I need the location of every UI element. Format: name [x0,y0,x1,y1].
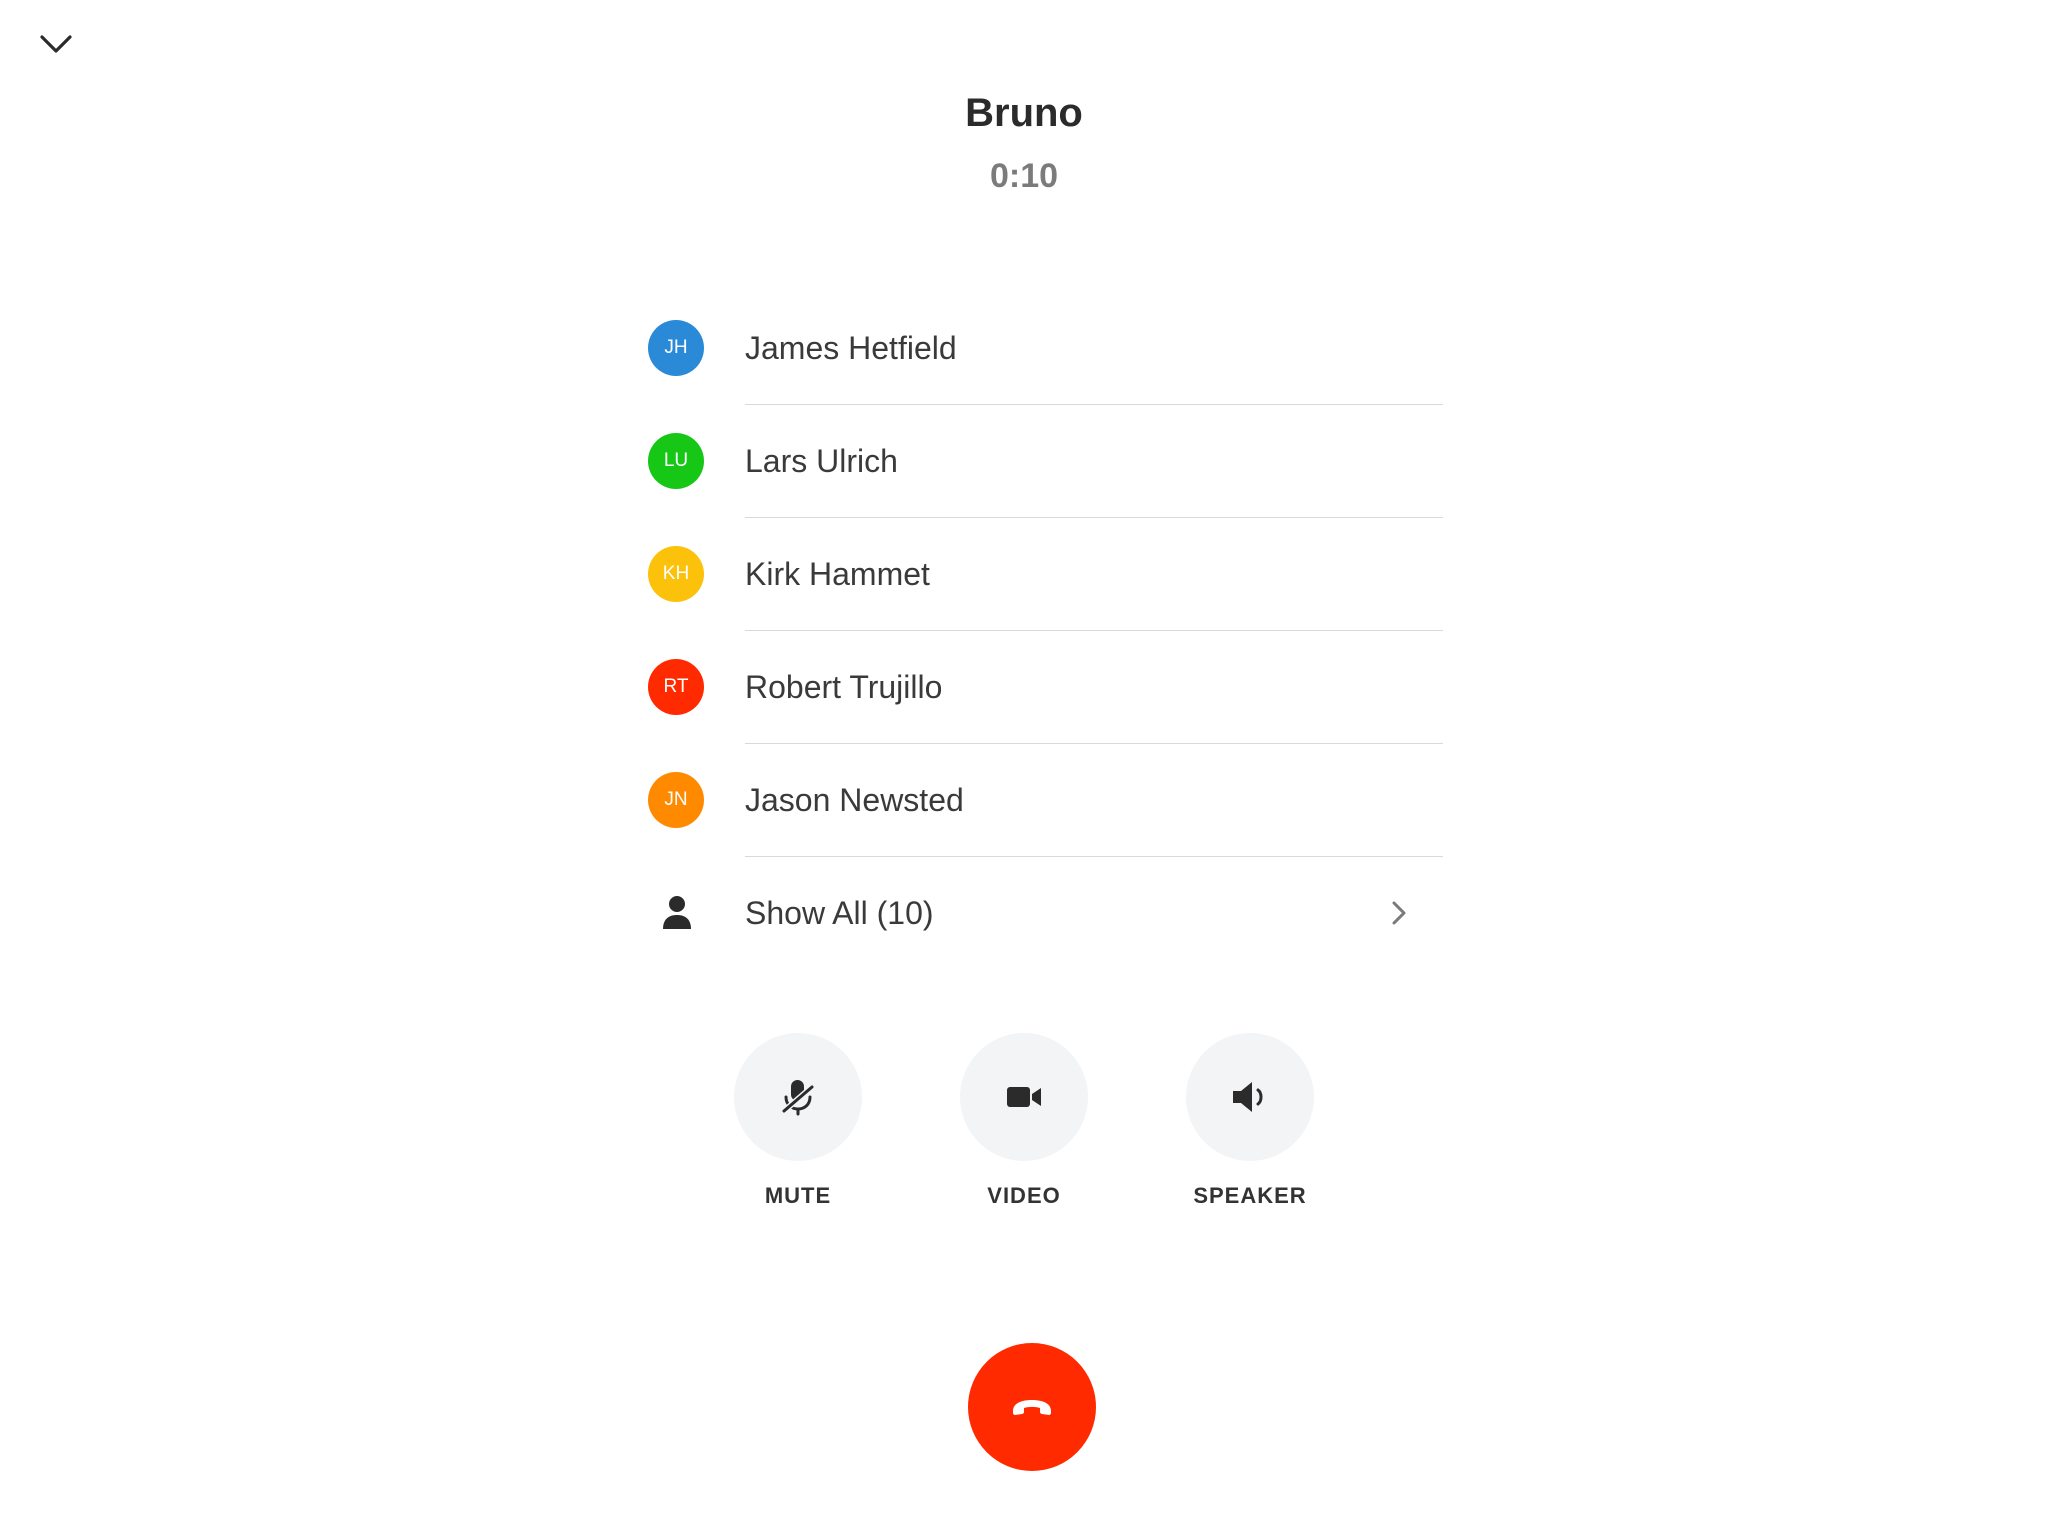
participant-name: Lars Ulrich [745,443,898,479]
participant-row[interactable]: JH James Hetfield [648,292,1443,405]
participant-row[interactable]: RT Robert Trujillo [648,631,1443,744]
video-circle [960,1033,1088,1161]
speaker-icon [1233,1082,1263,1112]
phone-hang-up-icon [1013,1400,1051,1415]
show-all-label: Show All (10) [745,895,934,931]
participant-row[interactable]: JN Jason Newsted [648,744,1443,857]
video-button[interactable]: VIDEO [959,1033,1089,1209]
participant-name: Robert Trujillo [745,669,943,705]
avatar: KH [648,546,704,602]
avatar: JH [648,320,704,376]
mute-microphone-icon [781,1080,815,1116]
call-timer: 0:10 [989,157,1059,195]
call-controls: MUTE VIDEO SPEAKER [0,1033,2048,1209]
mute-button[interactable]: MUTE [733,1033,863,1209]
speaker-label: SPEAKER [1193,1183,1307,1208]
call-header: Bruno 0:10 [0,88,2048,198]
participant-name: Kirk Hammet [745,556,930,592]
participant-name: Jason Newsted [745,782,964,818]
video-camera-icon [1007,1087,1041,1107]
participant-row[interactable]: LU Lars Ulrich [648,405,1443,518]
speaker-button[interactable]: SPEAKER [1185,1033,1315,1209]
person-icon [663,896,691,929]
collapse-button[interactable] [32,26,80,62]
avatar: LU [648,433,704,489]
participant-name: James Hetfield [745,330,957,366]
mute-label: MUTE [764,1183,832,1208]
participant-list: JH James Hetfield LU Lars Ulrich KH Kirk… [648,292,1443,970]
call-title: Bruno [965,91,1083,135]
participant-row[interactable]: KH Kirk Hammet [648,518,1443,631]
show-all-row[interactable]: Show All (10) [648,857,1443,970]
avatar: RT [648,659,704,715]
video-label: VIDEO [987,1183,1061,1208]
chevron-right-icon [1392,901,1406,925]
mute-circle [734,1033,862,1161]
speaker-circle [1186,1033,1314,1161]
chevron-down-icon [40,35,72,53]
hang-up-button[interactable] [968,1343,1096,1471]
avatar: JN [648,772,704,828]
